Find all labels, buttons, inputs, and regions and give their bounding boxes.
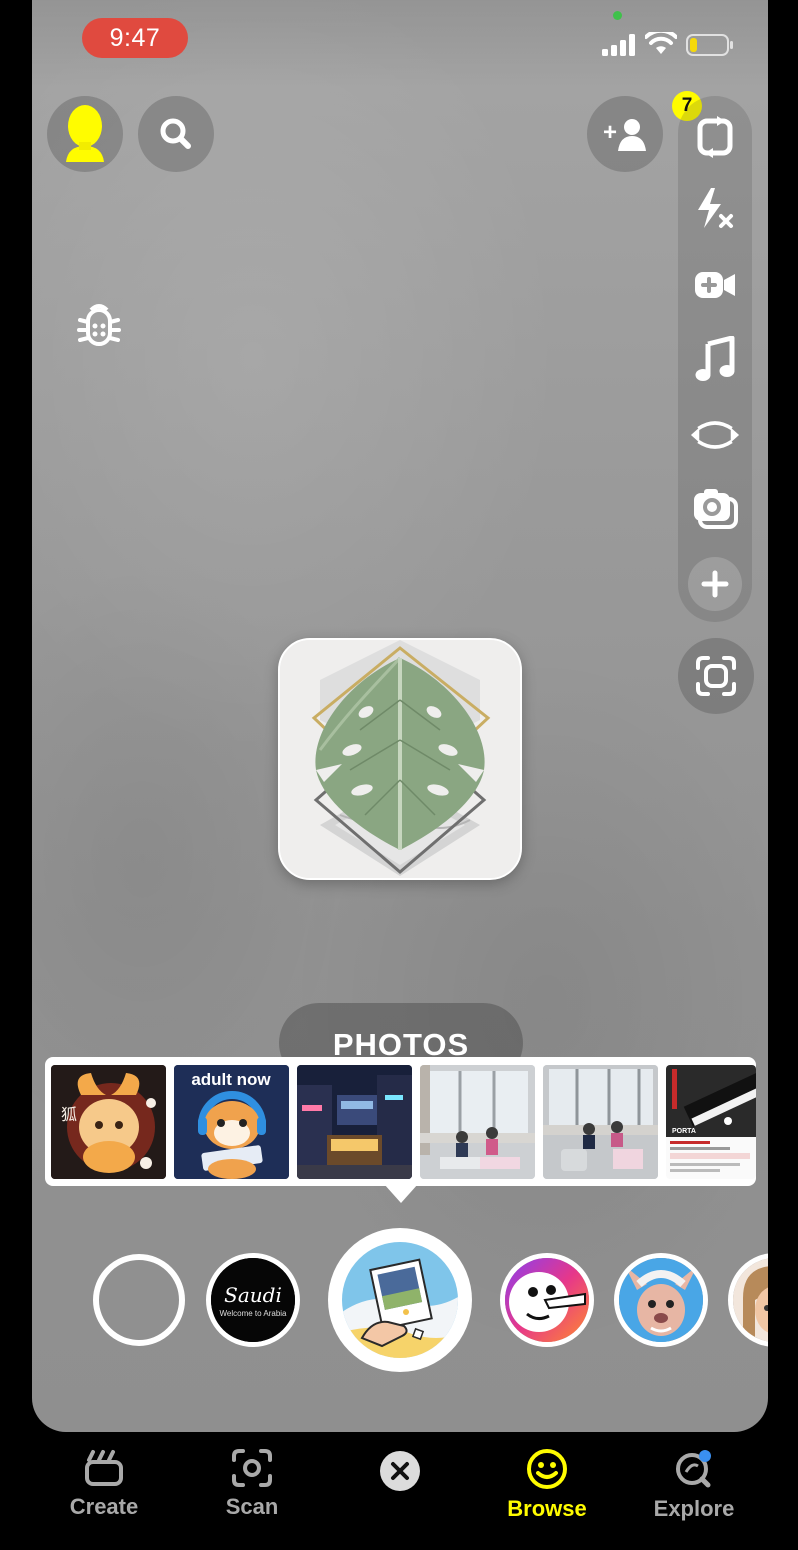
dog-face-lens-image [619,1258,703,1342]
kids-room-image-2 [543,1065,658,1179]
nav-scan-label: Scan [225,1494,279,1519]
photo-thumb-room-1[interactable] [420,1065,535,1179]
dual-camera-icon [690,421,740,449]
bottom-navigation: Create Scan Browse Explore [0,1432,798,1550]
clapperboard-icon [85,1450,123,1486]
music-note-icon [695,336,735,381]
cellular-signal-icon [602,34,635,56]
status-time: 9:47 [82,18,188,58]
scan-icon [232,1449,272,1487]
video-plus-icon [695,272,735,298]
flash-button[interactable] [690,184,740,234]
fox-kanji: 狐 [61,1105,77,1124]
nav-close[interactable] [340,1450,460,1498]
camera-in-use-indicator [613,11,622,20]
nav-browse-label: Browse [507,1496,587,1521]
nav-create-label: Create [69,1494,139,1519]
explore-icon [676,1450,711,1488]
video-chat-button[interactable] [690,260,740,310]
lens-preview-card[interactable] [278,638,522,880]
svg-text:+: + [603,119,617,146]
photo-picker-strip[interactable]: 狐 adult now PORTA [45,1057,756,1186]
music-button[interactable] [690,334,740,384]
battery-icon [686,34,733,56]
saudi-lens-image: Saudi Welcome to Arabia [211,1258,295,1342]
face-nose-lens-image [505,1258,589,1342]
monstera-leaf-image [280,640,520,878]
nav-create[interactable]: Create [44,1448,164,1520]
more-tools-button[interactable] [688,557,742,611]
fox-illustration-image: 狐 [51,1065,166,1179]
search-button[interactable] [138,96,214,172]
keyboard-ad-image: PORTA [666,1065,756,1179]
photo-thumb-room-2[interactable] [543,1065,658,1179]
shiba-caption: adult now [191,1070,271,1089]
lens-face-nose[interactable] [500,1253,594,1347]
photo-thumb-shiba[interactable]: adult now [174,1065,289,1179]
smiley-icon [527,1449,567,1489]
camera-stack-icon [694,489,738,529]
flip-camera-button[interactable] [690,112,740,162]
saudi-lens-subtitle: Welcome to Arabia [220,1309,288,1318]
saudi-lens-title: Saudi [224,1283,282,1307]
debug-bug-button[interactable] [74,300,124,350]
camera-viewport[interactable]: 9:47 + 7 PHOTOS 狐 adult now PORTA Saudi … [32,0,768,1432]
kids-room-image-1 [420,1065,535,1179]
lens-saudi[interactable]: Saudi Welcome to Arabia [206,1253,300,1347]
photo-strip-pointer [384,1184,418,1203]
wifi-icon [645,32,677,54]
night-street-image [297,1065,412,1179]
close-icon [380,1451,420,1491]
nav-explore[interactable]: Explore [634,1448,754,1522]
shutter-button[interactable] [328,1228,472,1372]
lens-dog-face[interactable] [614,1253,708,1347]
bug-icon [77,304,121,346]
lens-empty-slot[interactable] [93,1254,185,1346]
photo-thumb-night-street[interactable] [297,1065,412,1179]
nav-scan[interactable]: Scan [192,1448,312,1520]
lens-bitmoji-partial[interactable] [728,1253,768,1347]
scan-button[interactable] [678,638,754,714]
nav-explore-label: Explore [653,1496,735,1521]
bitmoji-lens-image [733,1258,768,1342]
dual-camera-button[interactable] [690,410,740,460]
search-icon [160,118,191,149]
add-friend-button[interactable]: + [587,96,663,172]
photo-lens-icon [342,1242,458,1358]
multi-snap-button[interactable] [690,484,740,534]
keyboard-ad-brand: PORTA [672,1128,696,1135]
plus-icon [701,570,729,598]
nav-browse[interactable]: Browse [487,1448,607,1522]
scan-icon [696,656,736,696]
flash-off-icon [698,188,733,228]
photo-thumb-keyboard-ad[interactable]: PORTA [666,1065,756,1179]
selected-lens-photo [342,1242,458,1358]
shiba-gamer-image: adult now [174,1065,289,1179]
photo-thumb-fox[interactable]: 狐 [51,1065,166,1179]
bitmoji-silhouette-icon [66,105,104,162]
flip-camera-icon [697,116,733,158]
add-friend-icon: + [603,119,646,151]
profile-avatar-button[interactable] [47,96,123,172]
